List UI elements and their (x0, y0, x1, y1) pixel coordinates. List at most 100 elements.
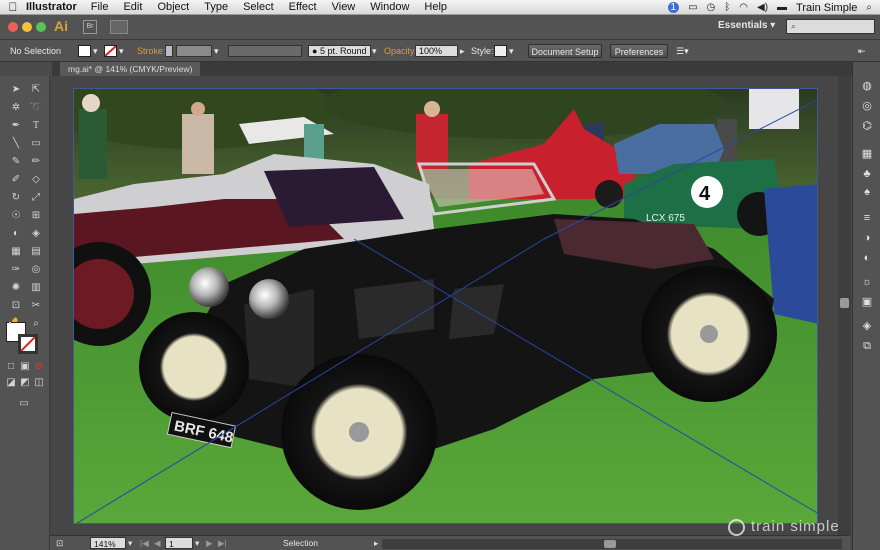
battery-icon[interactable]: ▬ (777, 2, 787, 13)
screen-icon[interactable]: ▭ (688, 2, 697, 13)
scale-tool-icon[interactable]: ⤢ (28, 190, 44, 206)
gradient-panel-icon[interactable]: ◑ (859, 230, 875, 246)
zoom-dropdown-icon[interactable]: ▾ (128, 537, 132, 549)
arrange-documents-icon[interactable] (110, 20, 128, 34)
rotate-tool-icon[interactable]: ↻ (8, 190, 24, 206)
layers-icon[interactable]: ◈ (859, 318, 875, 334)
symbols-icon[interactable]: ♠ (859, 184, 875, 200)
opacity-label[interactable]: Opacity: (384, 44, 417, 58)
artboard-tool-icon[interactable]: ⊡ (8, 298, 24, 314)
stroke-weight-field[interactable] (176, 45, 212, 57)
stroke-dropdown-icon[interactable]: ▾ (119, 44, 124, 58)
document-tab[interactable]: mg.ai* @ 141% (CMYK/Preview) (60, 62, 201, 76)
appearance-icon[interactable]: ☼ (859, 274, 875, 290)
color-mode-icon[interactable]: □ (6, 362, 16, 372)
menu-select[interactable]: Select (243, 1, 274, 13)
stroke-weight-stepper[interactable] (165, 45, 173, 57)
current-tool-status[interactable]: Selection (283, 537, 318, 549)
warp-tool-icon[interactable]: ☉ (8, 208, 24, 224)
stroke-swatch[interactable] (104, 45, 117, 57)
workspace-switcher[interactable]: Essentials ▾ (718, 20, 775, 31)
pen-tool-icon[interactable]: ✒ (8, 118, 24, 134)
brush-dropdown-icon[interactable]: ▾ (372, 44, 377, 58)
menu-edit[interactable]: Edit (123, 1, 142, 13)
artboard-dropdown-icon[interactable]: ▾ (195, 537, 199, 549)
menu-effect[interactable]: Effect (289, 1, 317, 13)
menu-type[interactable]: Type (204, 1, 228, 13)
selection-tool-icon[interactable]: ➤ (8, 82, 24, 98)
shape-builder-tool-icon[interactable]: ◐ (8, 226, 24, 242)
panel-options-icon[interactable]: ⇤ (858, 44, 866, 58)
artboard[interactable]: 4 LCX 675 BRF 648 (73, 88, 818, 524)
pencil-tool-icon[interactable]: ✏ (28, 154, 44, 170)
panel-menu-icon[interactable]: ☰▾ (676, 44, 689, 58)
opacity-dropdown-icon[interactable]: ▸ (460, 44, 465, 58)
next-artboard-icon[interactable]: ▶ (206, 537, 213, 549)
volume-icon[interactable]: ◀) (757, 2, 768, 13)
paintbrush-tool-icon[interactable]: ✎ (8, 154, 24, 170)
placed-car-photo[interactable]: 4 LCX 675 BRF 648 (74, 89, 818, 524)
brush-definition-field[interactable]: ● 5 pt. Round (308, 45, 371, 57)
menu-brand[interactable]: Train Simple (796, 2, 857, 14)
fill-swatch[interactable] (78, 45, 91, 57)
preferences-button[interactable]: Preferences (610, 44, 668, 58)
spotlight-search-icon[interactable]: ⌕ (866, 2, 872, 13)
free-transform-tool-icon[interactable]: ⊞ (28, 208, 44, 224)
graphic-style-swatch[interactable] (494, 45, 507, 57)
slice-tool-icon[interactable]: ✂ (28, 298, 44, 314)
zoom-level-field[interactable]: 141% (90, 537, 126, 549)
navigator-icon[interactable]: ⌬ (859, 118, 875, 134)
color-panel-icon[interactable]: ◍ (859, 78, 875, 94)
status-menu-icon[interactable]: ▸ (374, 537, 378, 549)
line-tool-icon[interactable]: ╲ (8, 136, 24, 152)
blend-tool-icon[interactable]: ◎ (28, 262, 44, 278)
none-mode-icon[interactable]: ⊘ (34, 362, 44, 372)
opacity-input[interactable]: 100% (415, 45, 458, 57)
gradient-tool-icon[interactable]: ▤ (28, 244, 44, 260)
screen-mode-icon[interactable]: ▭ (16, 396, 32, 412)
vertical-scrollbar[interactable] (838, 76, 851, 535)
variable-width-profile[interactable] (228, 45, 302, 57)
magic-wand-tool-icon[interactable]: ✲ (8, 100, 24, 116)
scrollbar-thumb[interactable] (840, 298, 849, 308)
artboard-number-field[interactable]: 1 (165, 537, 193, 549)
draw-normal-icon[interactable]: ◪ (6, 378, 16, 388)
stroke-panel-icon[interactable]: ≡ (859, 210, 875, 226)
horizontal-scrollbar-thumb[interactable] (604, 540, 616, 548)
live-paint-bucket-tool-icon[interactable]: ◈ (28, 226, 44, 242)
stroke-color-box[interactable] (18, 334, 38, 354)
bluetooth-icon[interactable]: ᛒ (724, 2, 730, 13)
zoom-window-icon[interactable] (36, 22, 46, 32)
close-window-icon[interactable] (8, 22, 18, 32)
eyedropper-tool-icon[interactable]: ✑ (8, 262, 24, 278)
horizontal-scrollbar[interactable] (382, 539, 842, 549)
menu-object[interactable]: Object (157, 1, 189, 13)
blob-brush-tool-icon[interactable]: ✐ (8, 172, 24, 188)
first-artboard-icon[interactable]: |◀ (140, 537, 149, 549)
bridge-icon[interactable]: Br (83, 20, 97, 34)
swatches-icon[interactable]: ▦ (859, 146, 875, 162)
perspective-grid-tool-icon[interactable]: ▦ (8, 244, 24, 260)
gradient-mode-icon[interactable]: ▣ (20, 362, 30, 372)
style-dropdown-icon[interactable]: ▾ (509, 44, 514, 58)
document-setup-button[interactable]: Document Setup (528, 44, 602, 58)
draw-inside-icon[interactable]: ◫ (34, 378, 44, 388)
minimize-window-icon[interactable] (22, 22, 32, 32)
transparency-icon[interactable]: ◐ (859, 250, 875, 266)
stroke-label[interactable]: Stroke: (137, 44, 166, 58)
column-graph-tool-icon[interactable]: ▥ (28, 280, 44, 296)
brushes-icon[interactable]: ♣ (859, 166, 875, 182)
help-search-input[interactable]: ⌕ (786, 19, 875, 34)
symbol-sprayer-tool-icon[interactable]: ✺ (8, 280, 24, 296)
lasso-tool-icon[interactable]: ➰ (28, 100, 44, 116)
clock-icon[interactable]: ◷ (707, 2, 716, 13)
menu-file[interactable]: File (91, 1, 109, 13)
canvas-area[interactable]: 4 LCX 675 BRF 648 (50, 76, 850, 535)
rectangle-tool-icon[interactable]: ▭ (28, 136, 44, 152)
previous-artboard-icon[interactable]: ◀ (154, 537, 161, 549)
menu-view[interactable]: View (332, 1, 356, 13)
eraser-tool-icon[interactable]: ◇ (28, 172, 44, 188)
artboards-icon[interactable]: ⧉ (859, 338, 875, 354)
graphic-styles-icon[interactable]: ▣ (859, 294, 875, 310)
color-guide-icon[interactable]: ◎ (859, 98, 875, 114)
